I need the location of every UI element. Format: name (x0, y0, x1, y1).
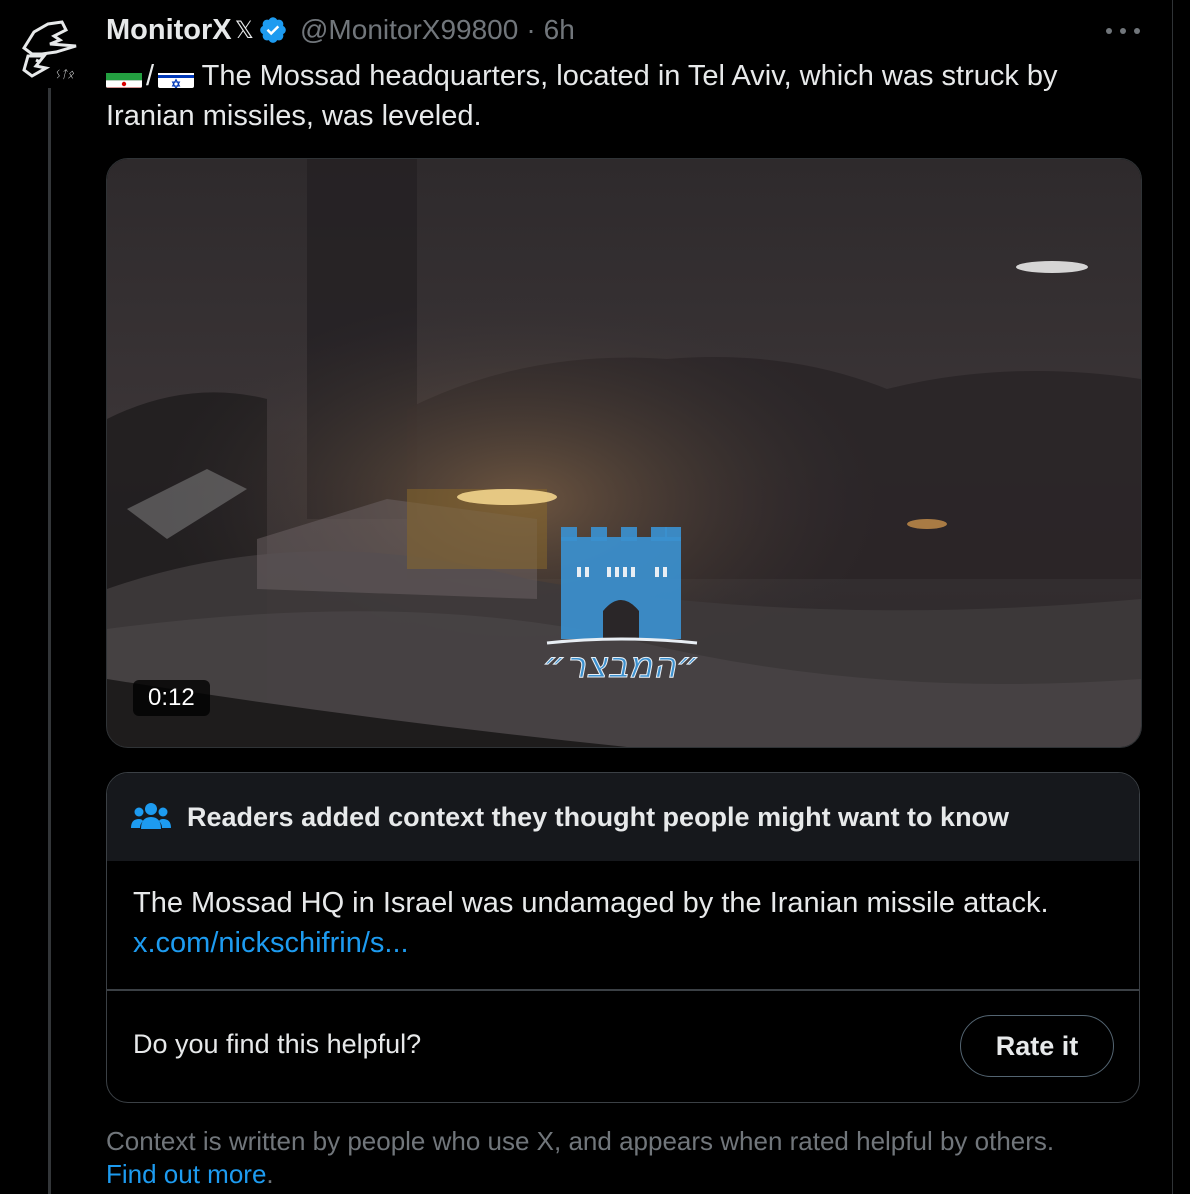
find-out-more-link[interactable]: Find out more (106, 1159, 266, 1189)
iran-flag (106, 66, 142, 88)
video-frame: ״המבצר״ (107, 159, 1141, 747)
column-border (1172, 0, 1173, 1194)
tweet-text: / The Mossad headquarters, located in Te… (106, 56, 1146, 136)
watermark-text: ״המבצר״ (543, 645, 700, 686)
note-title: Readers added context they thought peopl… (187, 801, 1010, 832)
note-divider (107, 989, 1139, 991)
footer-text: Context is written by people who use X, … (106, 1126, 1055, 1156)
note-header: Readers added context they thought peopl… (107, 773, 1139, 861)
tweet-header: MonitorX 𝕏 @MonitorX99800 · 6h (106, 12, 575, 48)
thread-line (48, 88, 51, 1194)
avatar[interactable]: ᛊᛏᛟ (6, 10, 90, 90)
footer-period: . (266, 1159, 274, 1189)
video-duration: 0:12 (133, 680, 210, 716)
rate-it-button[interactable]: Rate it (960, 1015, 1114, 1077)
israel-flag (158, 66, 195, 88)
community-note: Readers added context they thought peopl… (106, 772, 1140, 1103)
timestamp[interactable]: 6h (544, 14, 575, 46)
handle[interactable]: @MonitorX99800 (300, 14, 518, 46)
note-text: The Mossad HQ in Israel was undamaged by… (133, 887, 1049, 919)
tweet-body: The Mossad headquarters, located in Tel … (106, 60, 1058, 132)
context-footer: Context is written by people who use X, … (106, 1125, 1146, 1191)
x-badge-icon: 𝕏 (234, 16, 254, 44)
more-options-icon[interactable] (1106, 28, 1140, 38)
note-body: The Mossad HQ in Israel was undamaged by… (133, 883, 1123, 963)
display-name[interactable]: MonitorX (106, 14, 232, 47)
verified-badge-icon (260, 17, 286, 43)
svg-text:ᛊᛏᛟ: ᛊᛏᛟ (54, 68, 74, 81)
people-icon (131, 803, 171, 829)
header-separator: · (526, 14, 536, 45)
flag-separator: / (146, 60, 155, 92)
castle-watermark-icon (546, 527, 698, 645)
note-source-link[interactable]: x.com/nickschifrin/s... (133, 923, 1123, 963)
helpful-question: Do you find this helpful? (133, 1029, 422, 1059)
video-player[interactable]: ״המבצר״ 0:12 (106, 158, 1142, 748)
